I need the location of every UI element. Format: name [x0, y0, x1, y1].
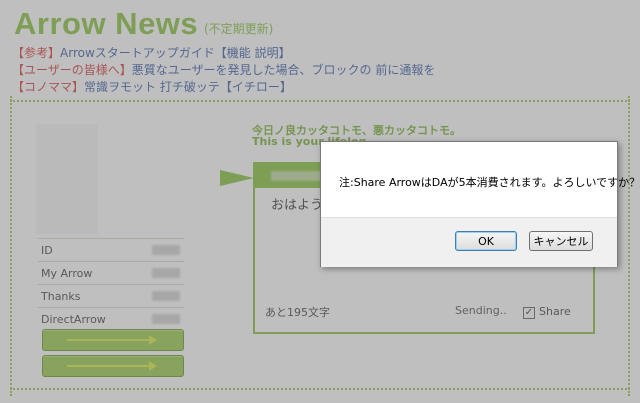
confirm-dialog: 注:Share ArrowはDAが5本消費されます。よろしいですか？ OK キャ… [320, 141, 640, 267]
dialog-message: 注:Share ArrowはDAが5本消費されます。よろしいですか？ [339, 176, 640, 189]
dialog-footer: OK キャンセル [321, 217, 617, 267]
page: Arrow News (不定期更新) 【参考】Arrowスタートアップガイド【機… [0, 0, 640, 403]
cancel-button[interactable]: キャンセル [529, 231, 593, 251]
dialog-body: 注:Share ArrowはDAが5本消費されます。よろしいですか？ [321, 142, 640, 217]
ok-button[interactable]: OK [455, 231, 517, 251]
